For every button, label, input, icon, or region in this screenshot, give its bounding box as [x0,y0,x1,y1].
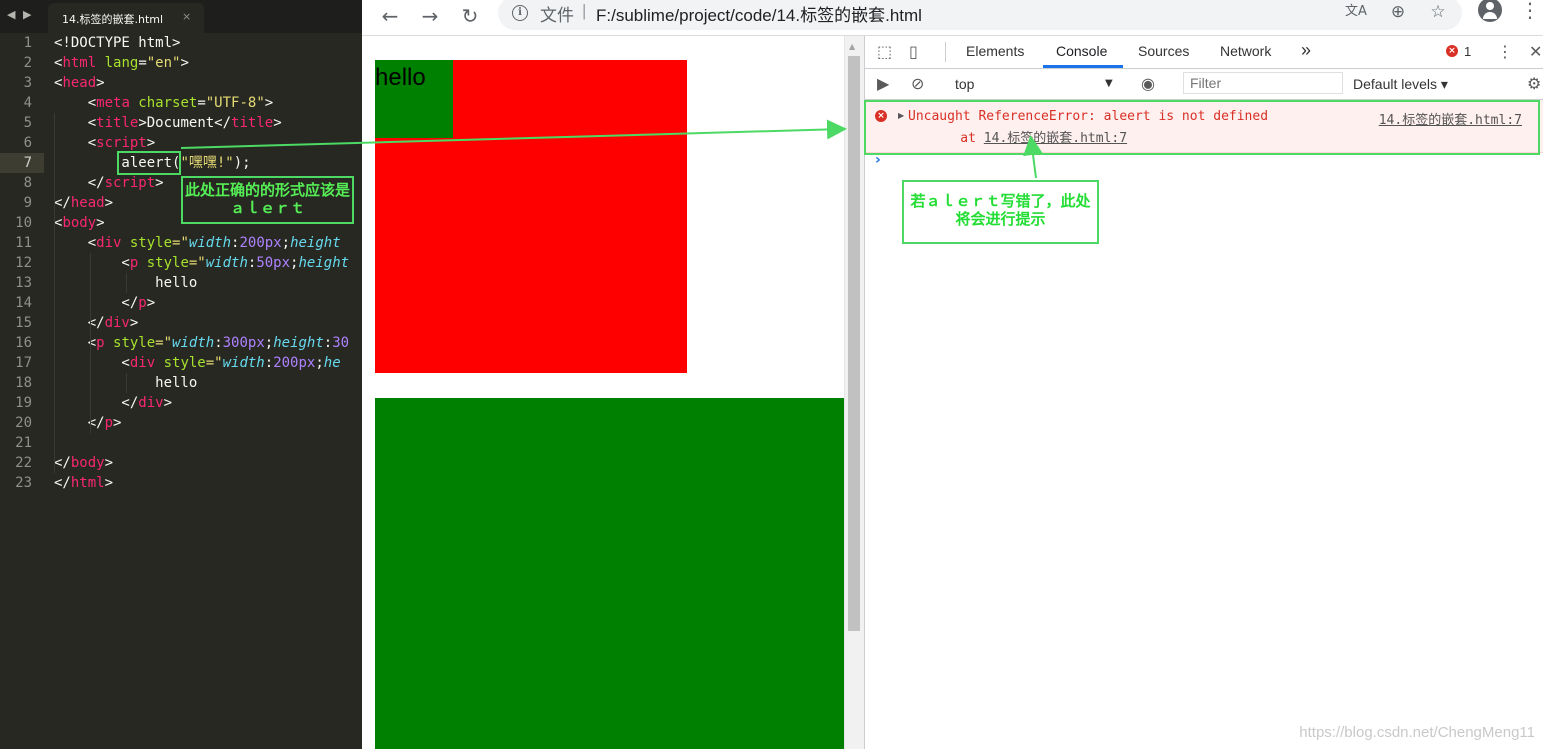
editor-to-console-arrow [180,119,847,149]
annotation-arrows [180,119,1043,179]
watermark: https://blog.csdn.net/ChengMeng11 [1299,724,1535,741]
note-to-error-arrow [1023,135,1043,179]
